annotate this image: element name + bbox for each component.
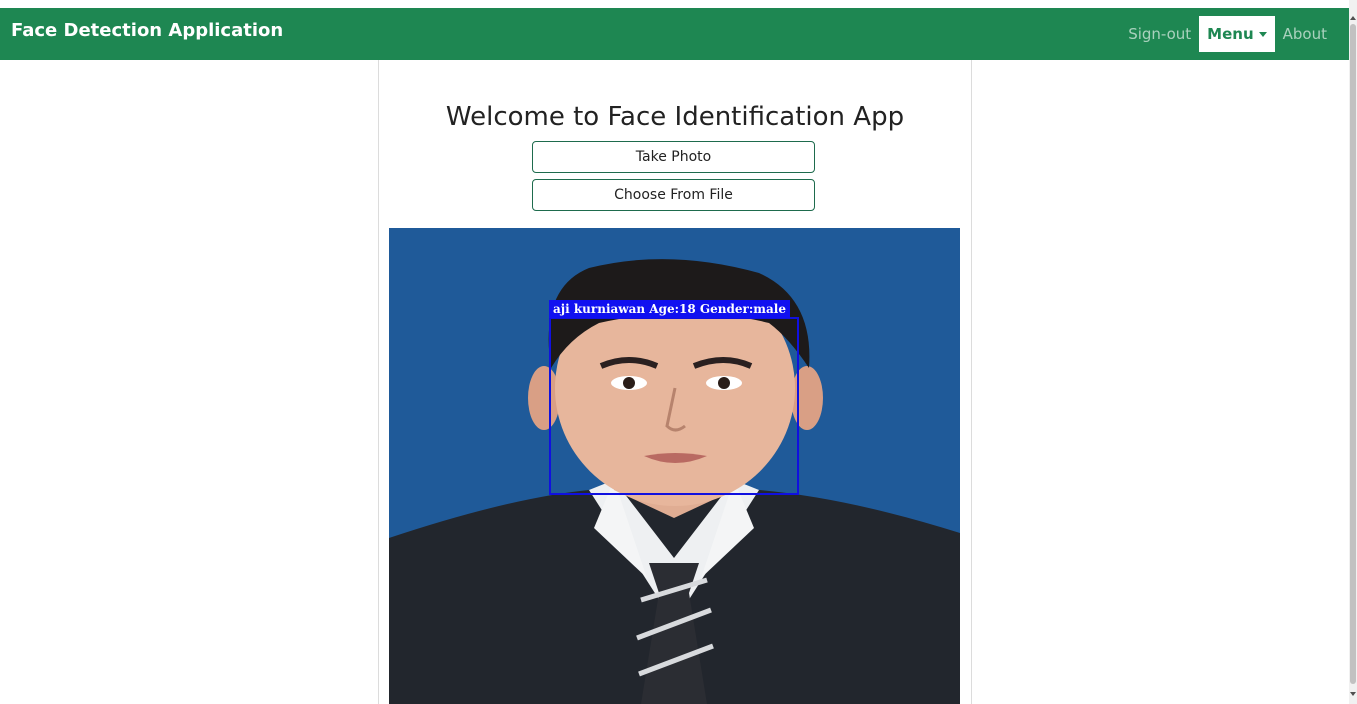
scroll-down-icon[interactable] — [1350, 692, 1356, 696]
page-title: Welcome to Face Identification App — [445, 102, 905, 132]
face-detection-label: aji kurniawan Age:18 Gender:male — [549, 300, 790, 318]
caret-down-icon — [1258, 31, 1267, 37]
scroll-up-icon[interactable] — [1350, 16, 1356, 20]
app-brand[interactable]: Face Detection Application — [11, 20, 283, 41]
nav-links: Sign-out Menu About — [1124, 16, 1331, 52]
choose-from-file-button[interactable]: Choose From File — [532, 179, 815, 211]
take-photo-button[interactable]: Take Photo — [532, 141, 815, 173]
face-detection-box — [549, 317, 799, 495]
menu-label: Menu — [1207, 25, 1254, 43]
about-link[interactable]: About — [1279, 25, 1331, 43]
main-container: Welcome to Face Identification App Take … — [378, 60, 972, 704]
sign-out-link[interactable]: Sign-out — [1124, 25, 1195, 43]
browser-top-strip — [0, 0, 1349, 8]
menu-dropdown[interactable]: Menu — [1199, 16, 1275, 52]
uploaded-photo: aji kurniawan Age:18 Gender:male — [389, 228, 960, 704]
scrollbar-thumb[interactable] — [1350, 24, 1356, 684]
navbar: Face Detection Application Sign-out Menu… — [0, 8, 1349, 60]
